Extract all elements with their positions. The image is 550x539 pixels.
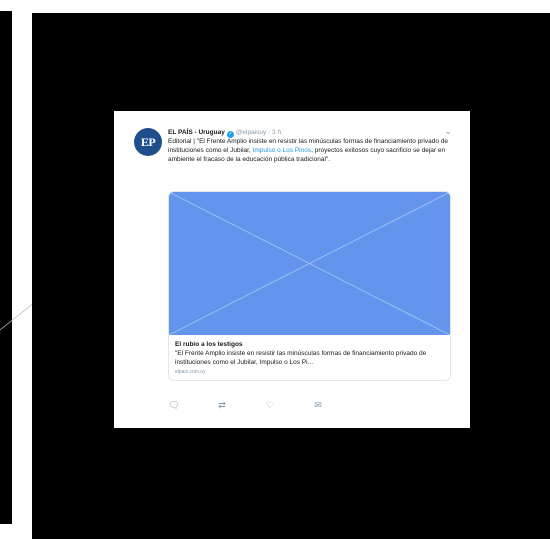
tweet-link[interactable]: Impulso o Los Pinos bbox=[253, 147, 312, 154]
like-icon[interactable]: ♡ bbox=[264, 399, 276, 411]
card-image-placeholder bbox=[169, 192, 450, 335]
left-black-strip bbox=[0, 11, 12, 524]
link-card[interactable]: El rubio a los testigos "El Frente Ampli… bbox=[168, 191, 451, 381]
author-handle-time[interactable]: @elpaisuy · 3 h bbox=[236, 129, 281, 136]
avatar[interactable]: EP bbox=[134, 128, 162, 156]
chevron-down-icon[interactable]: ⌄ bbox=[444, 126, 452, 137]
reply-icon[interactable]: 🗨 bbox=[168, 399, 180, 411]
message-icon[interactable]: ✉ bbox=[312, 399, 324, 411]
tweet-actions: 🗨 ⇄ ♡ ✉ bbox=[168, 399, 338, 411]
card-description: "El Frente Amplio insiste en resistir la… bbox=[175, 350, 427, 366]
card-title: El rubio a los testigos bbox=[175, 341, 243, 348]
embedded-tweet[interactable]: EP EL PAÍS - Uruguay ✓ @elpaisuy · 3 h ⌄ E… bbox=[114, 111, 470, 428]
retweet-icon[interactable]: ⇄ bbox=[216, 399, 228, 411]
card-domain: elpais.com.uy bbox=[175, 369, 206, 375]
tweet-text: Editorial | "El Frente Amplio insiste en… bbox=[168, 137, 448, 164]
author-name[interactable]: EL PAÍS - Uruguay bbox=[168, 129, 225, 136]
